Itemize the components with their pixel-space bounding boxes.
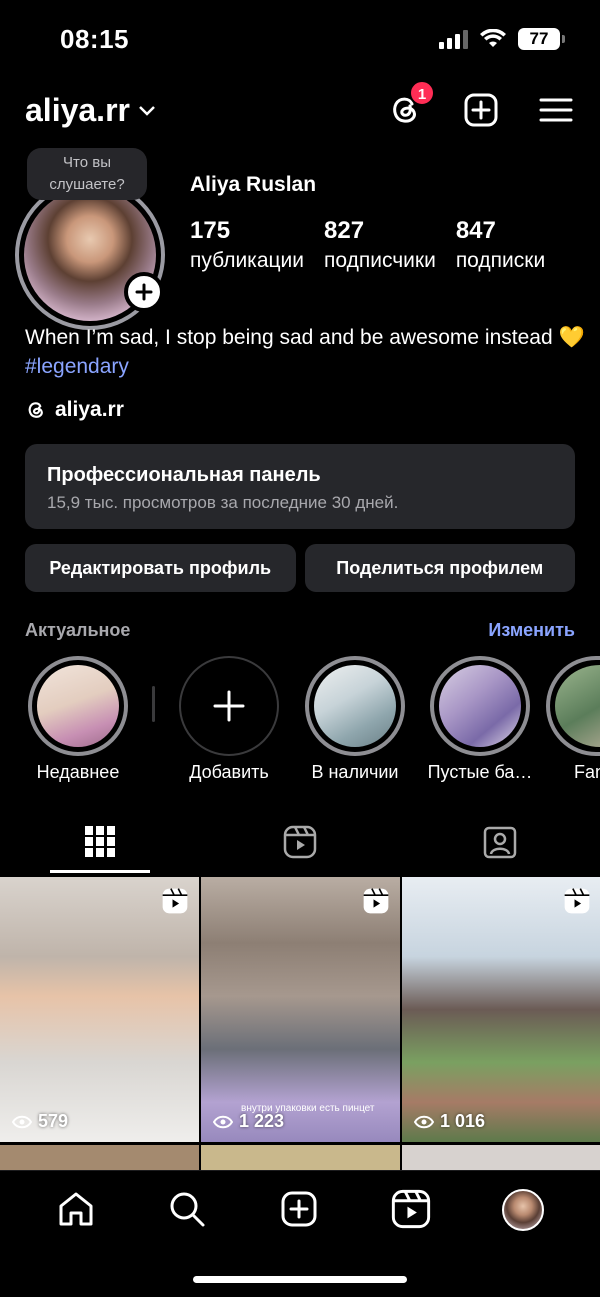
highlights-title: Актуальное (25, 620, 131, 640)
home-icon[interactable] (56, 1189, 96, 1229)
new-highlight-ring (179, 656, 279, 756)
create-post-icon[interactable] (279, 1189, 319, 1229)
new-highlight-button[interactable]: Добавить (169, 656, 289, 783)
threads-button[interactable]: 1 (387, 80, 435, 128)
profile-actions: Редактировать профиль Поделиться профиле… (25, 544, 575, 592)
post-thumbnail[interactable]: 579 (0, 877, 199, 1142)
signal-icon (439, 29, 468, 49)
notification-badge: 1 (409, 80, 435, 106)
highlight-label: Добавить (189, 762, 269, 782)
threads-profile-link[interactable]: aliya.rr (25, 398, 124, 422)
view-count: 1 223 (213, 1111, 284, 1132)
highlight-ring (546, 656, 600, 756)
stat-label: публикации (190, 249, 304, 272)
home-indicator (193, 1276, 407, 1283)
posts-grid: 579 внутри упаковки есть пинцет 1 223 1 … (0, 877, 600, 1177)
battery-icon: 77 (518, 28, 565, 50)
highlight-item[interactable]: В наличии (295, 656, 415, 783)
header-actions: 1 (387, 80, 575, 128)
eye-icon (414, 1115, 434, 1128)
tab-posts-grid[interactable] (0, 817, 200, 875)
chevron-down-icon (139, 105, 155, 116)
reels-icon (283, 825, 317, 859)
edit-profile-button[interactable]: Редактировать профиль (25, 544, 296, 592)
bio-text: When I’m sad, I stop being sad and be aw… (25, 326, 585, 349)
view-count-value: 579 (38, 1111, 69, 1131)
menu-button[interactable] (539, 92, 575, 128)
highlights-edit-link[interactable]: Изменить (488, 620, 575, 641)
wifi-icon (480, 29, 506, 47)
highlight-item[interactable]: Недавнее (18, 656, 138, 783)
post-thumbnail[interactable]: 1 016 (402, 877, 600, 1142)
reel-icon (162, 888, 188, 914)
nav-icons (0, 1189, 600, 1231)
add-square-icon (464, 93, 498, 127)
full-name: Aliya Ruslan (190, 173, 317, 196)
tagged-person-icon (483, 826, 517, 859)
highlight-item[interactable]: Пустые ба… (420, 656, 540, 783)
stat-following[interactable]: 847 подписки (456, 217, 545, 273)
threads-handle: aliya.rr (55, 398, 124, 421)
search-icon[interactable] (167, 1189, 207, 1229)
grid-icon (85, 826, 115, 857)
highlight-ring (28, 656, 128, 756)
stat-label: подписки (455, 249, 546, 272)
highlight-ring (305, 656, 405, 756)
view-count-value: 1 016 (440, 1111, 486, 1131)
hamburger-menu-icon (539, 98, 573, 122)
view-count: 1 016 (414, 1111, 485, 1132)
highlight-ring (430, 656, 530, 756)
highlight-label: В наличии (311, 762, 399, 782)
bio-hashtag[interactable]: #legendary (25, 355, 129, 378)
profile-stats: 175 публикации 827 подписчики 847 подпис… (190, 217, 565, 273)
highlight-label: Недавнее (36, 762, 120, 782)
highlight-divider (152, 686, 155, 722)
dashboard-title: Профессиональная панель (47, 464, 321, 486)
status-time: 08:15 (60, 24, 129, 54)
highlight-cover (439, 665, 521, 747)
post-thumbnail[interactable]: внутри упаковки есть пинцет 1 223 (201, 877, 400, 1142)
highlight-item[interactable]: Fan (546, 656, 600, 783)
account-switcher[interactable]: aliya.rr (25, 92, 156, 129)
professional-dashboard[interactable]: Профессиональная панель 15,9 тыс. просмо… (25, 444, 575, 529)
stat-number: 827 (324, 217, 365, 244)
stat-number: 175 (190, 217, 231, 244)
stat-number: 847 (455, 217, 496, 244)
highlight-cover (37, 665, 119, 747)
dashboard-subtitle: 15,9 тыс. просмотров за последние 30 дне… (47, 493, 399, 512)
threads-icon (28, 402, 43, 418)
tab-tagged[interactable] (400, 817, 600, 875)
profile-header: aliya.rr 1 (25, 80, 575, 135)
eye-icon (213, 1115, 233, 1128)
profile-avatar-icon[interactable] (502, 1189, 545, 1231)
stat-posts[interactable]: 175 публикации (190, 217, 304, 273)
profile-avatar[interactable] (15, 180, 165, 330)
status-bar: 08:15 77 (0, 0, 600, 80)
status-icons: 77 (439, 28, 565, 50)
view-count: 579 (12, 1111, 68, 1132)
username: aliya.rr (25, 92, 130, 128)
create-button[interactable] (463, 92, 499, 128)
plus-icon (135, 283, 153, 301)
add-story-button[interactable] (124, 272, 164, 312)
eye-icon (12, 1115, 32, 1128)
reel-icon (564, 888, 590, 914)
highlight-label: Пустые ба… (427, 762, 533, 782)
view-count-value: 1 223 (239, 1111, 285, 1131)
highlights-header: Актуальное Изменить (25, 620, 575, 641)
plus-icon (213, 690, 245, 722)
highlight-cover (555, 665, 600, 747)
highlights-row: Недавнее Добавить В наличии Пустые ба… F… (0, 656, 600, 786)
note-bubble[interactable]: Что вы слушаете? (27, 148, 147, 200)
highlight-label: Fan (574, 762, 600, 782)
tab-reels[interactable] (200, 817, 400, 875)
reels-icon[interactable] (391, 1189, 431, 1229)
stat-followers[interactable]: 827 подписчики (324, 217, 436, 273)
share-profile-button[interactable]: Поделиться профилем (304, 544, 575, 592)
bio: When I’m sad, I stop being sad and be aw… (25, 323, 585, 381)
highlight-cover (314, 665, 396, 747)
stat-label: подписчики (324, 249, 436, 272)
reel-icon (363, 888, 389, 914)
profile-tabs (0, 817, 600, 875)
